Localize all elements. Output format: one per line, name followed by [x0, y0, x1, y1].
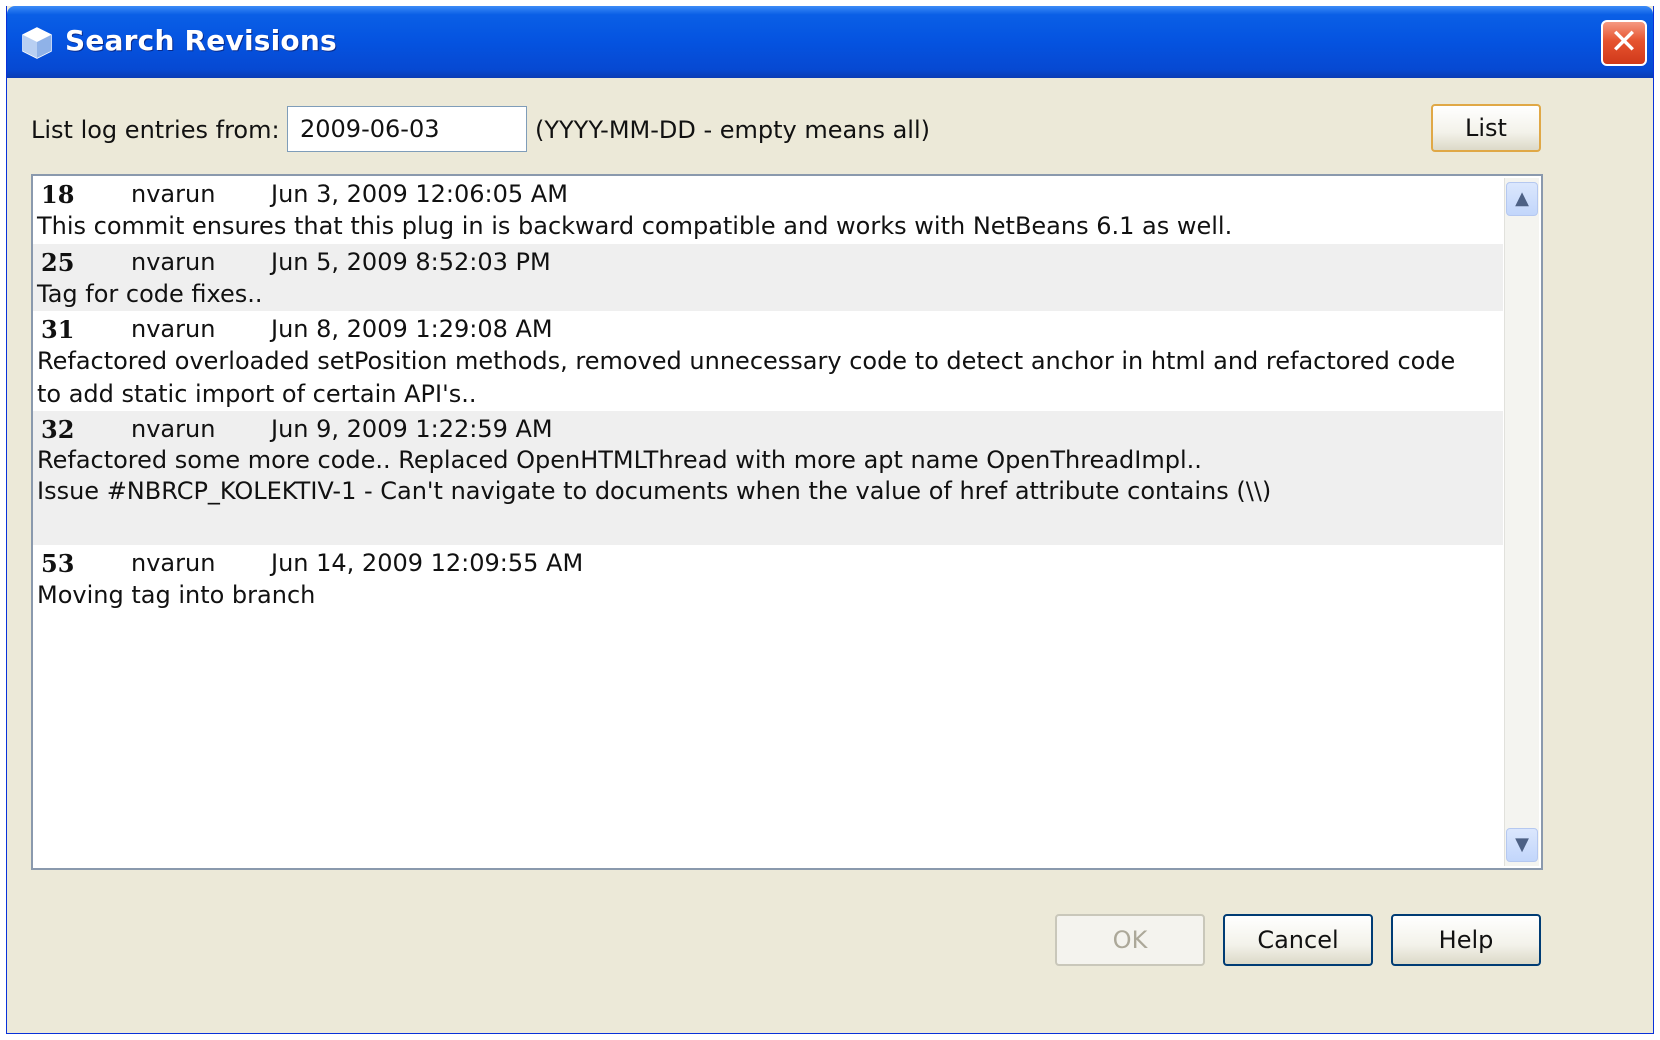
- netbeans-cube-icon: [22, 27, 52, 59]
- revision-author: nvarun: [131, 415, 216, 443]
- list-item[interactable]: 25 nvarun Jun 5, 2009 8:52:03 PM Tag for…: [33, 244, 1503, 311]
- search-revisions-dialog: Search Revisions ✕ List log entries from…: [6, 6, 1654, 1034]
- revision-date: Jun 8, 2009 1:29:08 AM: [271, 315, 553, 343]
- list-button[interactable]: List: [1431, 104, 1541, 152]
- date-from-input[interactable]: [287, 106, 527, 152]
- list-item[interactable]: 18 nvarun Jun 3, 2009 12:06:05 AM This c…: [33, 176, 1503, 244]
- revision-message: Tag for code fixes..: [37, 280, 263, 308]
- list-item[interactable]: 31 nvarun Jun 8, 2009 1:29:08 AM Refacto…: [33, 311, 1503, 411]
- revision-date: Jun 14, 2009 12:09:55 AM: [271, 549, 584, 577]
- revision-message-issue: Issue #NBRCP_KOLEKTIV-1 - Can't navigate…: [37, 477, 1272, 505]
- revision-number: 25: [41, 248, 75, 277]
- revision-number: 31: [41, 315, 75, 344]
- revision-message: Refactored some more code.. Replaced Ope…: [37, 446, 1202, 474]
- revision-number: 53: [41, 549, 75, 578]
- revision-message: This commit ensures that this plug in is…: [37, 212, 1233, 240]
- ok-button[interactable]: OK: [1055, 914, 1205, 966]
- date-format-hint: (YYYY-MM-DD - empty means all): [535, 116, 930, 144]
- vertical-scrollbar[interactable]: ▲ ▼: [1504, 178, 1539, 866]
- revision-date: Jun 9, 2009 1:22:59 AM: [271, 415, 553, 443]
- revision-author: nvarun: [131, 315, 216, 343]
- revision-number: 32: [41, 415, 75, 444]
- close-button[interactable]: ✕: [1601, 20, 1647, 66]
- revision-author: nvarun: [131, 180, 216, 208]
- list-from-label: List log entries from:: [31, 116, 280, 144]
- revision-message: Moving tag into branch: [37, 581, 316, 609]
- cancel-button[interactable]: Cancel: [1223, 914, 1373, 966]
- scroll-up-button[interactable]: ▲: [1506, 182, 1538, 216]
- revision-date: Jun 3, 2009 12:06:05 AM: [271, 180, 568, 208]
- list-item[interactable]: 32 nvarun Jun 9, 2009 1:22:59 AM Refacto…: [33, 411, 1503, 545]
- chevron-down-icon: ▼: [1515, 834, 1529, 855]
- revision-message: Refactored overloaded setPosition method…: [37, 347, 1463, 408]
- revision-author: nvarun: [131, 248, 216, 276]
- list-item[interactable]: 53 nvarun Jun 14, 2009 12:09:55 AM Movin…: [33, 545, 1503, 613]
- chevron-up-icon: ▲: [1515, 188, 1529, 209]
- scroll-down-button[interactable]: ▼: [1506, 828, 1538, 862]
- revision-date: Jun 5, 2009 8:52:03 PM: [271, 248, 551, 276]
- close-icon: ✕: [1609, 22, 1639, 62]
- help-button[interactable]: Help: [1391, 914, 1541, 966]
- revision-author: nvarun: [131, 549, 216, 577]
- dialog-title: Search Revisions: [65, 24, 337, 57]
- revision-number: 18: [41, 180, 75, 209]
- revision-log-list[interactable]: 18 nvarun Jun 3, 2009 12:06:05 AM This c…: [31, 174, 1543, 870]
- title-bar[interactable]: Search Revisions ✕: [7, 6, 1653, 78]
